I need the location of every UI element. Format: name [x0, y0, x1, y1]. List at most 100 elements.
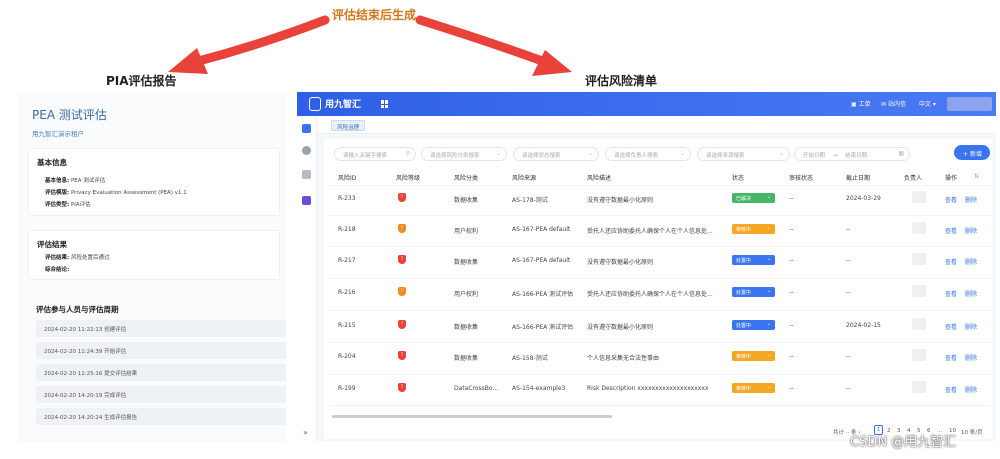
cell-review-status: --: [789, 353, 794, 360]
status-select-handling[interactable]: 处置中 ⌄: [732, 320, 775, 330]
cell-description: 个人信息采集无合法性事由: [587, 355, 660, 362]
tab-bar: 风险治理: [317, 116, 996, 134]
report-tenant-link[interactable]: 用九智汇演示租户: [32, 128, 84, 138]
status-select-review[interactable]: 审核中 ⌄: [732, 383, 775, 393]
view-link[interactable]: 查看: [945, 353, 957, 362]
category-select[interactable]: 请选择风险分类搜索 ⌄: [421, 147, 507, 161]
result-card: 评估结果 评估结果: 风险处置后通过 综合结论:: [28, 230, 280, 280]
topbar-language[interactable]: 中文 ▾: [919, 99, 936, 108]
cell-review-status: --: [789, 257, 794, 264]
delete-link[interactable]: 删除: [965, 289, 977, 298]
annotation-left-heading: PIA评估报告: [106, 74, 177, 88]
result-label: 评估结果:: [45, 255, 70, 261]
csdn-watermark: CSDN @用九智汇: [850, 435, 957, 450]
chevron-down-icon: ⌄: [766, 288, 771, 294]
delete-link[interactable]: 删除: [965, 195, 977, 204]
date-range-picker[interactable]: 开始日期 → 结束日期 ▦: [794, 147, 910, 161]
cell-description: 受托人还应协助委托人确保个人在个人信息处...: [587, 291, 713, 298]
cell-source: AS-167-PEA default: [512, 226, 571, 233]
add-button-label: 新增: [969, 151, 982, 158]
cell-category: 数据收集: [454, 259, 479, 266]
logo-text: 用九智汇: [325, 100, 362, 110]
chevron-down-icon: ⌄: [766, 321, 771, 327]
collapse-icon[interactable]: »: [303, 428, 308, 437]
risk-level-high-icon: !: [398, 383, 406, 392]
user-avatar[interactable]: [947, 97, 992, 111]
row-divider: [330, 342, 990, 343]
page-size-select[interactable]: 10 条/页: [961, 428, 983, 436]
keyword-search-input[interactable]: 请输入关键字搜索 ⚲: [334, 147, 416, 161]
annotation-top-label: 评估结束后生成: [332, 8, 417, 22]
topbar-language-label: 中文: [919, 101, 932, 108]
result-value: 风险处置后通过: [70, 255, 110, 261]
tab-risk-governance[interactable]: 风险治理: [331, 120, 366, 131]
cell-source: AS-154-example3: [512, 385, 566, 392]
status-select-review[interactable]: 审核中 ⌄: [732, 351, 775, 361]
cell-review-status: --: [789, 289, 794, 296]
cell-source: AS-178-测试: [512, 197, 548, 204]
timeline-item: 2024-02-20 14:20:24 生成评估报告: [36, 408, 286, 425]
owner-avatar: [912, 222, 926, 234]
nav-layers-icon[interactable]: [302, 196, 311, 205]
view-link[interactable]: 查看: [945, 322, 957, 331]
result-value-row: 评估结果: 风险处置后通过: [45, 253, 109, 261]
delete-link[interactable]: 删除: [965, 257, 977, 266]
basic-info-type-label: 评估类型:: [45, 202, 70, 208]
row-divider: [330, 278, 990, 279]
source-placeholder: 请选择来源搜索: [706, 153, 745, 159]
horizontal-scrollbar[interactable]: [332, 415, 612, 418]
view-link[interactable]: 查看: [945, 385, 957, 394]
delete-link[interactable]: 删除: [965, 385, 977, 394]
header-divider: [330, 185, 990, 186]
cell-category: 用户权利: [454, 228, 479, 235]
status-select-handling[interactable]: 处置中 ⌄: [732, 287, 775, 297]
status-select-handling[interactable]: 处置中 ⌄: [732, 255, 775, 265]
nav-mail-icon[interactable]: [302, 170, 311, 179]
nav-document-icon[interactable]: [302, 124, 311, 133]
source-select[interactable]: 请选择来源搜索 ⌄: [697, 147, 790, 161]
nav-globe-icon[interactable]: [302, 146, 311, 155]
chevron-down-icon: ⌄: [766, 384, 771, 390]
basic-info-template-row: 评估模版: Privacy Evaluation Assessment (PEA…: [45, 188, 187, 196]
add-risk-button[interactable]: + 新增: [954, 145, 990, 160]
status-label: 审核中: [736, 227, 752, 233]
cell-id: R-216: [338, 289, 356, 296]
risk-table-panel: 请输入关键字搜索 ⚲ 请选择风险分类搜索 ⌄ 请选择状态搜索 ⌄ 请选择负责人搜索 ⌄ …: [324, 139, 992, 439]
chevron-down-icon: ⌄: [587, 150, 593, 157]
owner-avatar: [912, 381, 926, 393]
view-link[interactable]: 查看: [945, 195, 957, 204]
status-select-resolved[interactable]: 已解决 ⌄: [732, 193, 775, 203]
cell-source: AS-158-测试: [512, 355, 548, 362]
col-header-source: 风险来源: [512, 175, 537, 182]
delete-link[interactable]: 删除: [965, 322, 977, 331]
topbar-ticket[interactable]: ▣ 工单: [851, 99, 871, 108]
conclusion-label: 综合结论:: [45, 267, 70, 273]
delete-link[interactable]: 删除: [965, 226, 977, 235]
status-select-review[interactable]: 审核中 ⌄: [732, 224, 775, 234]
delete-link[interactable]: 删除: [965, 353, 977, 362]
timeline-item: 2024-02-20 11:25:16 提交评估结果: [36, 364, 286, 381]
owner-avatar: [912, 318, 926, 330]
status-placeholder: 请选择状态搜索: [522, 153, 561, 159]
apps-grid-icon[interactable]: [381, 100, 389, 108]
topbar-message[interactable]: ✉ 站内信: [881, 99, 906, 108]
view-link[interactable]: 查看: [945, 226, 957, 235]
pia-report: PEA 测试评估 用九智汇演示租户 基本信息 基本信息: PEA 测试评估 评估…: [18, 92, 286, 442]
end-date-placeholder: 结束日期: [845, 153, 868, 159]
view-link[interactable]: 查看: [945, 289, 957, 298]
owner-select[interactable]: 请选择负责人搜索 ⌄: [605, 147, 691, 161]
cell-description: 没有遵守数据最小化原则: [587, 197, 654, 204]
view-link[interactable]: 查看: [945, 257, 957, 266]
status-label: 审核中: [736, 386, 752, 392]
cell-id: R-215: [338, 322, 356, 329]
timeline-item: 2024-02-20 11:22:13 创建评估: [36, 320, 286, 337]
date-range-arrow: →: [832, 153, 838, 159]
basic-info-name-row: 基本信息: PEA 测试评估: [45, 176, 105, 184]
owner-avatar: [912, 191, 926, 203]
row-divider: [330, 310, 990, 311]
risk-level-high-icon: !: [398, 320, 406, 329]
search-icon: ⚲: [405, 150, 410, 157]
timeline-item: 2024-02-20 14:20:19 完成评估: [36, 386, 286, 403]
column-settings-icon[interactable]: ⇅: [974, 173, 979, 180]
status-select[interactable]: 请选择状态搜索 ⌄: [513, 147, 599, 161]
